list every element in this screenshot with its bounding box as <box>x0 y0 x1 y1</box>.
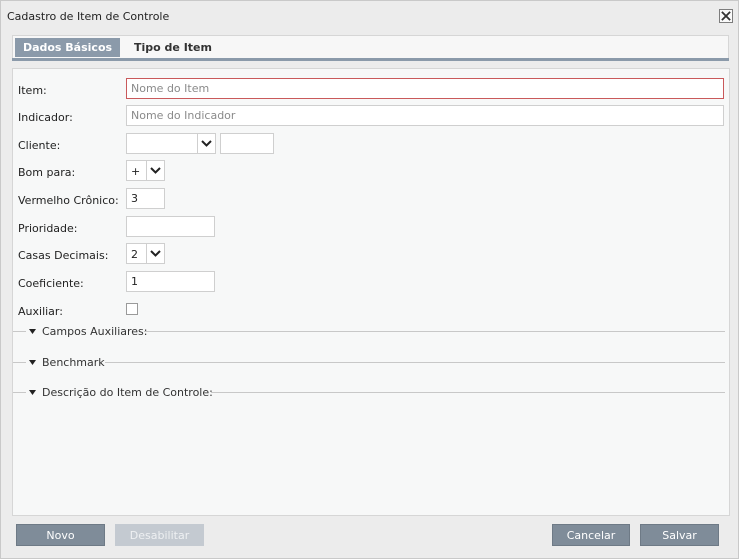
section-benchmark: Benchmark <box>13 356 729 369</box>
section-label-benchmark: Benchmark <box>42 356 105 369</box>
divider <box>13 331 26 332</box>
auxiliar-checkbox[interactable] <box>126 303 138 315</box>
coeficiente-label: Coeficiente: <box>18 277 84 290</box>
chevron-down-icon <box>146 244 164 263</box>
section-descricao: Descrição do Item de Controle: <box>13 386 729 399</box>
desabilitar-button[interactable]: Desabilitar <box>115 524 204 546</box>
casas-decimais-label: Casas Decimais: <box>18 249 109 262</box>
vermelho-cronico-label: Vermelho Crônico: <box>18 194 119 207</box>
cliente-code-input[interactable] <box>220 133 274 154</box>
divider <box>13 362 26 363</box>
bom-para-label: Bom para: <box>18 166 76 179</box>
chevron-down-icon <box>197 134 215 153</box>
tab-tipo-de-item[interactable]: Tipo de Item <box>123 38 223 57</box>
indicador-input[interactable] <box>126 105 724 126</box>
coeficiente-input[interactable] <box>126 271 215 292</box>
close-icon <box>721 11 731 21</box>
bom-para-value: + <box>131 165 141 178</box>
vermelho-cronico-input[interactable] <box>126 188 165 209</box>
section-label-descricao: Descrição do Item de Controle: <box>42 386 213 399</box>
tab-dados-basicos[interactable]: Dados Básicos <box>15 38 120 57</box>
triangle-down-icon <box>29 390 36 395</box>
dialog-title: Cadastro de Item de Controle <box>7 10 170 23</box>
item-input[interactable] <box>126 78 724 99</box>
cliente-label: Cliente: <box>18 139 61 152</box>
title-bar: Cadastro de Item de Controle <box>1 1 738 31</box>
item-label: Item: <box>18 84 47 97</box>
section-campos-auxiliares: Campos Auxiliares: <box>13 325 729 338</box>
divider <box>144 331 725 332</box>
salvar-button[interactable]: Salvar <box>640 524 719 546</box>
tab-underline <box>12 58 729 61</box>
cancelar-button[interactable]: Cancelar <box>552 524 630 546</box>
form-panel: Item: Indicador: Cliente: Bom para: + Ve… <box>12 68 730 516</box>
section-label-campos-auxiliares: Campos Auxiliares: <box>42 325 148 338</box>
prioridade-input[interactable] <box>126 216 215 237</box>
divider <box>105 362 725 363</box>
tab-bar: Dados Básicos Tipo de Item <box>12 35 729 60</box>
bom-para-select[interactable]: + <box>126 160 165 181</box>
close-button[interactable] <box>719 9 733 23</box>
chevron-down-icon <box>146 161 164 180</box>
triangle-down-icon <box>29 360 36 365</box>
cliente-select[interactable] <box>126 133 216 154</box>
section-toggle-campos-auxiliares[interactable]: Campos Auxiliares: <box>29 325 147 338</box>
casas-decimais-value: 2 <box>131 248 138 261</box>
dialog-window: Cadastro de Item de Controle Dados Básic… <box>0 0 739 559</box>
divider <box>211 392 725 393</box>
section-toggle-benchmark[interactable]: Benchmark <box>29 356 105 369</box>
novo-button[interactable]: Novo <box>16 524 105 546</box>
section-toggle-descricao[interactable]: Descrição do Item de Controle: <box>29 386 213 399</box>
divider <box>13 392 26 393</box>
auxiliar-label: Auxiliar: <box>18 305 63 318</box>
prioridade-label: Prioridade: <box>18 222 78 235</box>
indicador-label: Indicador: <box>18 111 73 124</box>
triangle-down-icon <box>29 329 36 334</box>
casas-decimais-select[interactable]: 2 <box>126 243 165 264</box>
